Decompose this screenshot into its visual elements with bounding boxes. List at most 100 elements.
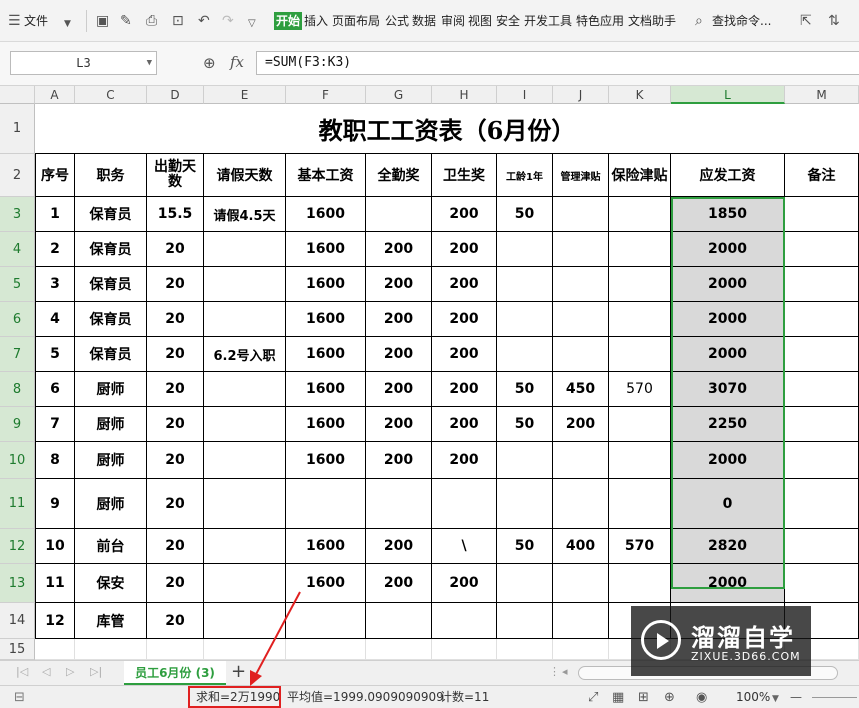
table-cell[interactable]: 厨师: [75, 372, 147, 407]
table-cell[interactable]: [497, 267, 553, 302]
table-cell[interactable]: 200: [366, 442, 432, 479]
table-cell[interactable]: 2000: [671, 337, 785, 372]
column-header-m[interactable]: M: [785, 86, 859, 104]
table-cell[interactable]: 厨师: [75, 407, 147, 442]
table-cell[interactable]: [497, 337, 553, 372]
zoom-out-icon[interactable]: —: [790, 690, 802, 705]
table-cell[interactable]: [785, 232, 859, 267]
table-cell[interactable]: 1600: [286, 197, 366, 232]
sync-icon[interactable]: ⇅: [828, 12, 840, 30]
table-cell[interactable]: 1600: [286, 372, 366, 407]
chevron-down-icon[interactable]: ▼: [64, 15, 71, 33]
prev-sheet-icon[interactable]: ◁: [42, 665, 50, 678]
table-cell[interactable]: 前台: [75, 529, 147, 564]
table-cell[interactable]: 2820: [671, 529, 785, 564]
empty-cell[interactable]: [75, 639, 147, 660]
table-cell[interactable]: 200: [366, 372, 432, 407]
table-cell[interactable]: [497, 232, 553, 267]
table-cell[interactable]: [785, 337, 859, 372]
empty-cell[interactable]: [147, 639, 204, 660]
table-cell[interactable]: 2: [35, 232, 75, 267]
next-sheet-icon[interactable]: ▷: [66, 665, 74, 678]
column-header-g[interactable]: G: [366, 86, 432, 104]
row-header-4[interactable]: 4: [0, 232, 35, 267]
tab-home[interactable]: 开始: [274, 12, 303, 30]
table-cell[interactable]: [204, 479, 286, 529]
search-icon[interactable]: ⌕: [695, 12, 703, 30]
table-cell[interactable]: [366, 197, 432, 232]
table-cell[interactable]: 3: [35, 267, 75, 302]
column-header-f[interactable]: F: [286, 86, 366, 104]
table-cell[interactable]: 8: [35, 442, 75, 479]
tab-review[interactable]: 审阅: [441, 12, 465, 30]
table-cell[interactable]: 2000: [671, 564, 785, 603]
table-cell[interactable]: [553, 564, 609, 603]
column-header-l[interactable]: L: [671, 86, 785, 104]
table-cell[interactable]: 20: [147, 267, 204, 302]
table-cell[interactable]: 4: [35, 302, 75, 337]
table-cell[interactable]: 厨师: [75, 479, 147, 529]
empty-cell[interactable]: [204, 639, 286, 660]
table-cell[interactable]: [609, 479, 671, 529]
table-cell[interactable]: [609, 267, 671, 302]
tab-features[interactable]: 特色应用: [576, 12, 624, 30]
table-cell[interactable]: [204, 267, 286, 302]
table-cell[interactable]: 200: [432, 564, 497, 603]
table-cell[interactable]: 保育员: [75, 302, 147, 337]
table-cell[interactable]: [553, 442, 609, 479]
table-cell[interactable]: 2000: [671, 302, 785, 337]
table-cell[interactable]: 200: [432, 302, 497, 337]
row-header-6[interactable]: 6: [0, 302, 35, 337]
hamburger-icon[interactable]: ☰: [8, 12, 21, 30]
row-header-10[interactable]: 10: [0, 442, 35, 479]
table-cell[interactable]: 3070: [671, 372, 785, 407]
table-cell[interactable]: 1600: [286, 302, 366, 337]
table-cell[interactable]: 7: [35, 407, 75, 442]
tab-view[interactable]: 视图: [468, 12, 492, 30]
row-header-5[interactable]: 5: [0, 267, 35, 302]
table-cell[interactable]: 20: [147, 603, 204, 639]
table-cell[interactable]: 9: [35, 479, 75, 529]
empty-cell[interactable]: [432, 639, 497, 660]
table-cell[interactable]: 20: [147, 337, 204, 372]
table-cell[interactable]: 1600: [286, 529, 366, 564]
table-cell[interactable]: [609, 197, 671, 232]
chevron-down-icon[interactable]: ▼: [147, 52, 152, 74]
print-icon[interactable]: ⎙: [146, 12, 157, 30]
save-icon[interactable]: ▣: [96, 12, 109, 30]
table-cell[interactable]: [204, 442, 286, 479]
table-cell[interactable]: [497, 603, 553, 639]
table-cell[interactable]: [609, 564, 671, 603]
column-header-e[interactable]: E: [204, 86, 286, 104]
reading-mode-icon[interactable]: ⊕: [664, 690, 675, 705]
eye-icon[interactable]: ◉: [696, 690, 707, 705]
table-cell[interactable]: 10: [35, 529, 75, 564]
row-header-7[interactable]: 7: [0, 337, 35, 372]
tab-doc-assistant[interactable]: 文档助手: [628, 12, 676, 30]
share-icon[interactable]: ⇱: [800, 12, 812, 30]
row-header-1[interactable]: 1: [0, 104, 35, 154]
table-cell[interactable]: [432, 479, 497, 529]
table-cell[interactable]: [286, 479, 366, 529]
table-cell[interactable]: 1: [35, 197, 75, 232]
table-cell[interactable]: [497, 442, 553, 479]
add-sheet-icon[interactable]: +: [231, 662, 246, 682]
table-cell[interactable]: [785, 302, 859, 337]
zoom-icon[interactable]: ⊕: [203, 54, 216, 72]
tab-data[interactable]: 数据: [412, 12, 436, 30]
table-cell[interactable]: 200: [432, 197, 497, 232]
table-cell[interactable]: 200: [366, 232, 432, 267]
table-cell[interactable]: [204, 603, 286, 639]
table-cell[interactable]: [553, 197, 609, 232]
table-cell[interactable]: [785, 407, 859, 442]
table-cell[interactable]: [785, 479, 859, 529]
row-header-15[interactable]: 15: [0, 639, 35, 660]
tab-page-layout[interactable]: 页面布局: [332, 12, 380, 30]
tab-insert[interactable]: 插入: [304, 12, 328, 30]
table-cell[interactable]: 保育员: [75, 232, 147, 267]
table-cell[interactable]: [366, 479, 432, 529]
table-cell[interactable]: 1600: [286, 337, 366, 372]
table-cell[interactable]: 50: [497, 407, 553, 442]
chevron-down-icon[interactable]: ▼: [772, 692, 779, 707]
table-cell[interactable]: 5: [35, 337, 75, 372]
